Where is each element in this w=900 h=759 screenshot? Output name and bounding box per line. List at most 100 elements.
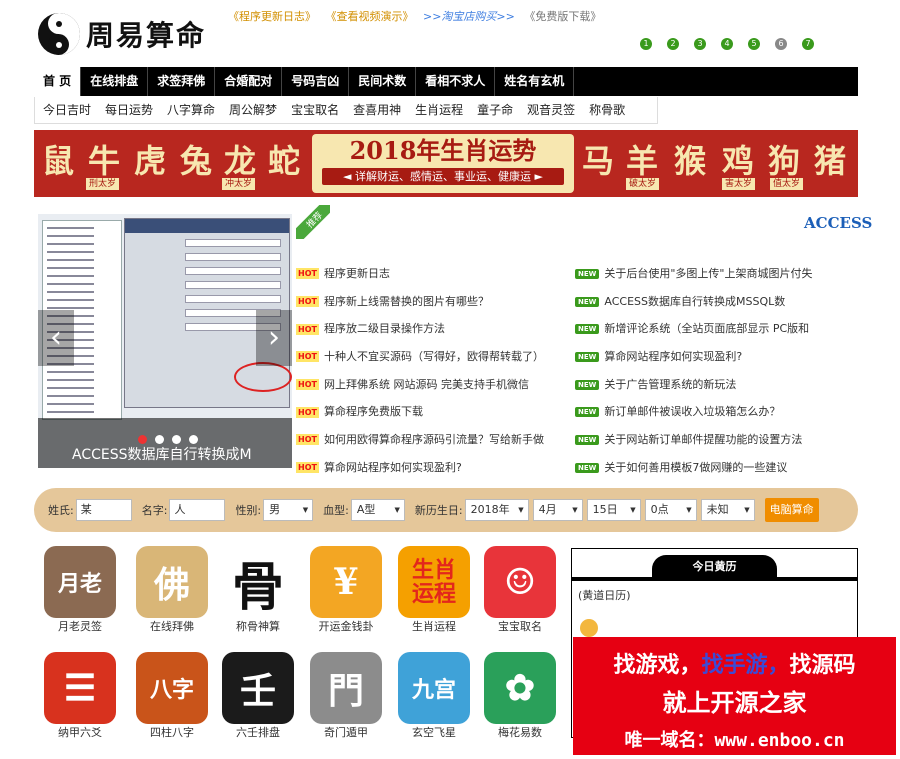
news-item[interactable]: HOT 程序放二级目录操作方法 — [296, 315, 566, 343]
news-title[interactable]: 算命网站程序如何实现盈利? — [324, 461, 462, 475]
news-title[interactable]: 网上拜佛系统 网站源码 完美支持手机微信 — [324, 378, 529, 392]
app-label[interactable]: 纳甲六爻 — [40, 726, 120, 740]
nav-xingming[interactable]: 姓名有玄机 — [495, 67, 575, 96]
day-select[interactable]: 15日 — [586, 499, 641, 521]
news-item[interactable]: NEW 关于后台使用"多图上传"上架商城图片付失 — [575, 260, 825, 288]
skin-dot-4[interactable]: 4 — [721, 38, 733, 50]
slider-dot[interactable] — [138, 435, 147, 444]
month-select[interactable]: 4月 — [532, 499, 583, 521]
slider-dot[interactable] — [155, 435, 164, 444]
baby-icon[interactable]: ☺ — [484, 546, 556, 618]
app-label[interactable]: 宝宝取名 — [480, 620, 560, 634]
nav-hehun[interactable]: 合婚配对 — [215, 67, 283, 96]
app-tile[interactable]: ✿ 梅花易数 — [480, 652, 560, 740]
taobao-buy-link[interactable]: >>淘宝店购买>> — [423, 10, 515, 23]
free-download-link[interactable]: 《免费版下载》 — [524, 10, 601, 23]
slider-dot[interactable] — [189, 435, 198, 444]
submit-fortune-button[interactable]: 电脑算命 — [764, 498, 819, 522]
app-label[interactable]: 称骨神算 — [218, 620, 298, 634]
minute-select[interactable]: 未知 — [700, 499, 755, 521]
site-logo[interactable]: 周易算命 — [38, 6, 218, 62]
app-tile[interactable]: ☺ 宝宝取名 — [480, 546, 560, 634]
nav-home[interactable]: 首 页 — [34, 67, 82, 96]
app-tile[interactable]: 壬六壬排盘 — [218, 652, 298, 740]
ad-banner[interactable]: 找游戏，找手游，找源码 就上开源之家 唯一域名：www.enboo.cn — [573, 637, 896, 755]
app-tile[interactable]: ¥ 开运金钱卦 — [306, 546, 386, 634]
qimen-icon[interactable]: 門 — [310, 652, 382, 724]
buddha-icon[interactable]: 佛 — [136, 546, 208, 618]
app-tile[interactable]: 骨称骨神算 — [218, 546, 298, 634]
news-item[interactable]: HOT 程序新上线需替换的图片有哪些？ — [296, 288, 566, 316]
news-item[interactable]: NEW 新订单邮件被误收入垃圾箱怎么办？ — [575, 398, 825, 426]
app-tile[interactable]: 生肖运程 生肖运程 — [394, 546, 474, 634]
liuren-icon[interactable]: 壬 — [222, 652, 294, 724]
subnav-item[interactable]: 童子命 — [477, 97, 513, 123]
news-item[interactable]: NEW 关于如何善用模板7做网赚的一些建议 — [575, 454, 825, 482]
app-label[interactable]: 开运金钱卦 — [306, 620, 386, 634]
slide-caption[interactable]: ACCESS数据库自行转换成M — [72, 444, 252, 464]
news-title[interactable]: 新订单邮件被误收入垃圾箱怎么办？ — [604, 405, 780, 419]
news-item[interactable]: NEW 算命网站程序如何实现盈利? — [575, 343, 825, 371]
marquee-text[interactable]: ACCESS — [804, 214, 872, 232]
video-demo-link[interactable]: 《查看视频演示》 — [326, 10, 414, 23]
subnav-item[interactable]: 观音灵签 — [527, 97, 575, 123]
news-title[interactable]: 关于如何善用模板7做网赚的一些建议 — [604, 461, 787, 475]
news-item[interactable]: NEW 新增评论系统（全站页面底部显示 PC版和 — [575, 315, 825, 343]
hexagram-icon[interactable]: ☰ — [44, 652, 116, 724]
news-title[interactable]: 如何用欧得算命程序源码引流量？写给新手做 — [324, 433, 544, 447]
nav-haoma[interactable]: 号码吉凶 — [282, 67, 350, 96]
news-item[interactable]: HOT 算命程序免费版下载 — [296, 398, 566, 426]
app-tile[interactable]: 九宫 玄空飞星 — [394, 652, 474, 740]
news-title[interactable]: 程序新上线需替换的图片有哪些？ — [324, 295, 489, 309]
news-title[interactable]: 新增评论系统（全站页面底部显示 PC版和 — [604, 322, 809, 336]
zodiac-icon[interactable]: 生肖运程 — [398, 546, 470, 618]
nav-paipan[interactable]: 在线排盘 — [81, 67, 149, 96]
news-item[interactable]: NEW ACCESS数据库自行转换成MSSQL数 — [575, 288, 825, 316]
news-item[interactable]: NEW 关于广告管理系统的新玩法 — [575, 371, 825, 399]
surname-input[interactable]: 某 — [75, 499, 132, 521]
skin-dot-2[interactable]: 2 — [667, 38, 679, 50]
app-tile[interactable]: 月老 月老灵签 — [40, 546, 120, 634]
name-input[interactable]: 人 — [169, 499, 226, 521]
news-title[interactable]: 关于广告管理系统的新玩法 — [604, 378, 736, 392]
changelog-link[interactable]: 《程序更新日志》 — [228, 10, 316, 23]
coin-icon[interactable]: ¥ — [310, 546, 382, 618]
app-label[interactable]: 四柱八字 — [132, 726, 212, 740]
app-tile[interactable]: 門奇门遁甲 — [306, 652, 386, 740]
subnav-item[interactable]: 今日吉时 — [43, 97, 91, 123]
news-item[interactable]: HOT 如何用欧得算命程序源码引流量？写给新手做 — [296, 426, 566, 454]
blood-select[interactable]: A型 — [350, 499, 405, 521]
skin-dot-5[interactable]: 5 — [748, 38, 760, 50]
image-slider[interactable]: ‹ › ACCESS数据库自行转换成M — [38, 214, 292, 468]
news-title[interactable]: 算命网站程序如何实现盈利? — [604, 350, 742, 364]
app-tile[interactable]: 佛在线拜佛 — [132, 546, 212, 634]
news-item[interactable]: HOT 十种人不宜买源码（写得好，欧得帮转载了） — [296, 343, 566, 371]
nav-kanxiang[interactable]: 看相不求人 — [416, 67, 496, 96]
slider-dot[interactable] — [172, 435, 181, 444]
news-item[interactable]: HOT 网上拜佛系统 网站源码 完美支持手机微信 — [296, 371, 566, 399]
app-tile[interactable]: 八字 四柱八字 — [132, 652, 212, 740]
app-label[interactable]: 梅花易数 — [480, 726, 560, 740]
slider-prev-button[interactable]: ‹ — [38, 310, 74, 366]
news-title[interactable]: ACCESS数据库自行转换成MSSQL数 — [604, 295, 785, 309]
nav-shushu[interactable]: 民间术数 — [349, 67, 417, 96]
news-title[interactable]: 关于网站新订单邮件提醒功能的设置方法 — [604, 433, 802, 447]
subnav-item[interactable]: 查喜用神 — [353, 97, 401, 123]
yuelao-icon[interactable]: 月老 — [44, 546, 116, 618]
app-label[interactable]: 生肖运程 — [394, 620, 474, 634]
news-title[interactable]: 程序更新日志 — [324, 267, 390, 281]
subnav-item[interactable]: 周公解梦 — [229, 97, 277, 123]
hour-select[interactable]: 0点 — [644, 499, 697, 521]
app-label[interactable]: 月老灵签 — [40, 620, 120, 634]
news-title[interactable]: 关于后台使用"多图上传"上架商城图片付失 — [604, 267, 812, 281]
zodiac-banner[interactable]: 鼠 牛 刑太岁 虎 兔 龙 冲太岁 蛇 2018年生肖运势 ◄ 详解财运、感情运… — [34, 130, 858, 197]
skin-dot-6[interactable]: 6 — [775, 38, 787, 50]
app-tile[interactable]: ☰ 纳甲六爻 — [40, 652, 120, 740]
pillars-icon[interactable]: 八字 — [136, 652, 208, 724]
nav-qiuqian[interactable]: 求签拜佛 — [148, 67, 216, 96]
year-select[interactable]: 2018年 — [464, 499, 529, 521]
bone-icon[interactable]: 骨 — [222, 546, 294, 618]
news-title[interactable]: 程序放二级目录操作方法 — [324, 322, 445, 336]
subnav-item[interactable]: 称骨歌 — [589, 97, 625, 123]
plum-icon[interactable]: ✿ — [484, 652, 556, 724]
